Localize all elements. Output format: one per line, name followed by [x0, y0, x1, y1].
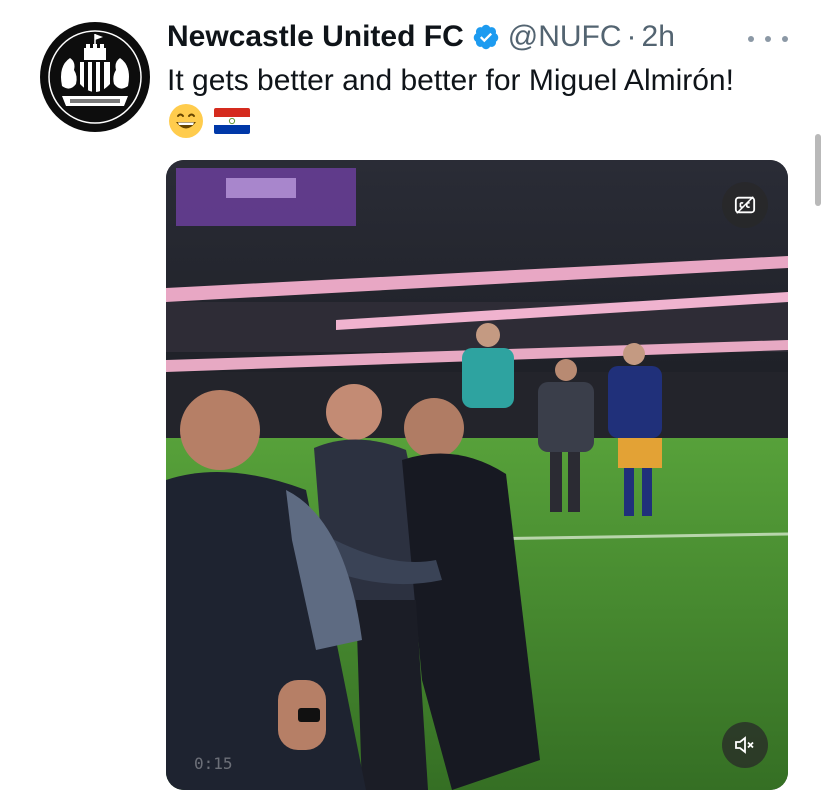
handle[interactable]: @NUFC: [508, 18, 622, 56]
speaker-glyph: [735, 736, 754, 754]
more-options-icon[interactable]: [748, 24, 788, 54]
avatar[interactable]: [40, 22, 150, 132]
timestamp[interactable]: 2h: [642, 18, 675, 56]
tweet-text: It gets better and better for Miguel Alm…: [167, 64, 734, 97]
verified-badge-icon: [472, 23, 500, 51]
captions-glyph: [734, 196, 756, 214]
captions-icon[interactable]: [722, 182, 768, 228]
emoji-row: [168, 103, 250, 139]
video-frame: [166, 160, 788, 790]
crest-icon: [41, 23, 149, 131]
dot-1: [748, 36, 754, 42]
tweet-header: Newcastle United FC @NUFC · 2h: [167, 18, 675, 56]
paraguay-flag-emoji: [214, 108, 250, 134]
display-name[interactable]: Newcastle United FC: [167, 18, 464, 56]
scrollbar[interactable]: [815, 134, 821, 206]
grinning-face-emoji: [169, 104, 203, 138]
dot-3: [782, 36, 788, 42]
separator: ·: [626, 20, 637, 53]
tweet: Newcastle United FC @NUFC · 2h It gets b…: [0, 0, 829, 793]
volume-muted-icon[interactable]: [722, 722, 768, 768]
video-timer: 0:15: [194, 754, 233, 773]
dot-2: [765, 36, 771, 42]
video-player[interactable]: 0:15: [166, 160, 788, 790]
